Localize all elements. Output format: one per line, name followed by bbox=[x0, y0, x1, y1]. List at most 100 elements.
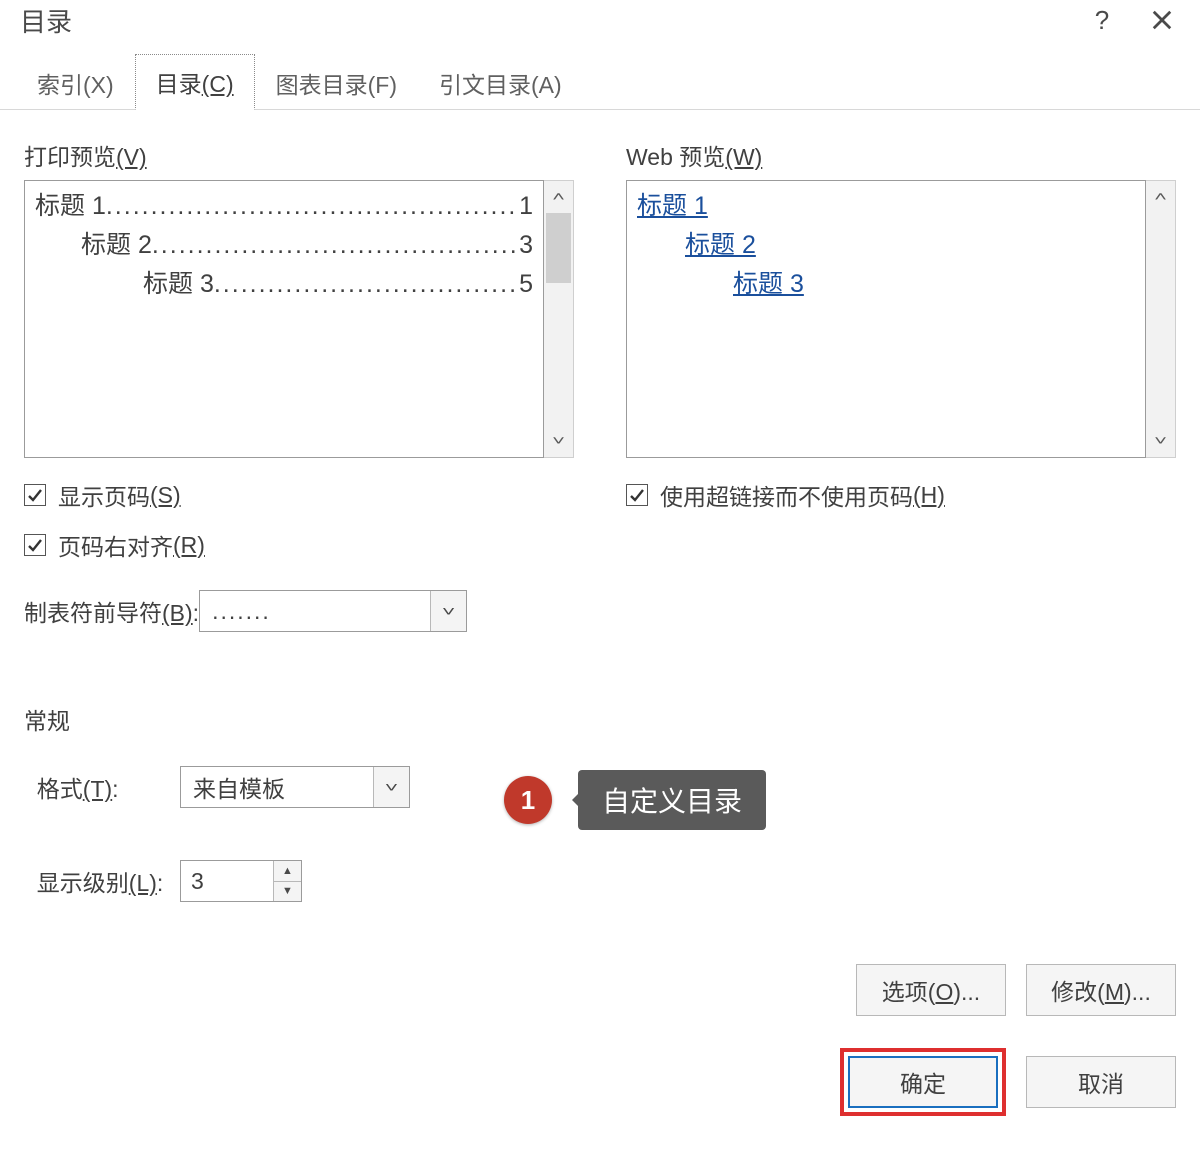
print-preview-box: 标题 1 ...................................… bbox=[24, 180, 544, 458]
toc-line: 标题 3 ...................................… bbox=[35, 265, 533, 304]
titlebar: 目录 ? bbox=[0, 0, 1200, 60]
annotation-callout: 1 自定义目录 bbox=[504, 770, 766, 830]
scroll-up-icon[interactable]: ˄ bbox=[1146, 181, 1175, 213]
tab-accel: (F) bbox=[368, 72, 397, 98]
print-preview-wrap: 标题 1 ...................................… bbox=[24, 180, 574, 458]
tab-leader-accel: (B) bbox=[162, 600, 193, 626]
tab-leader-row: 制表符前导符(B): ....... ˅ bbox=[24, 590, 574, 632]
modify-button[interactable]: 修改(M)... bbox=[1026, 964, 1176, 1016]
toc-line-page: 3 bbox=[517, 226, 533, 265]
scroll-down-icon[interactable]: ˅ bbox=[1146, 425, 1175, 457]
checkbox-accel: (R) bbox=[173, 532, 205, 559]
tab-leader-label-text: 制表符前导符 bbox=[24, 600, 162, 626]
checkbox-accel: (H) bbox=[913, 482, 945, 509]
scrollbar-track[interactable] bbox=[544, 213, 573, 425]
scrollbar[interactable]: ˄ ˅ bbox=[1146, 180, 1176, 458]
footer-row: 确定 取消 bbox=[0, 1048, 1200, 1116]
web-preview-label-text: Web 预览 bbox=[626, 144, 725, 170]
checkbox-show-page-numbers[interactable]: 显示页码(S) bbox=[24, 478, 574, 512]
levels-value[interactable]: 3 bbox=[181, 861, 273, 901]
spinner-buttons: ▲ ▼ bbox=[273, 861, 301, 901]
format-label-text: 格式 bbox=[37, 776, 83, 802]
print-preview-label: 打印预览(V) bbox=[24, 138, 574, 172]
chevron-down-icon[interactable]: ˅ bbox=[373, 767, 409, 807]
checkbox-right-align[interactable]: 页码右对齐(R) bbox=[24, 528, 574, 562]
toc-dots: ........................................… bbox=[106, 187, 517, 226]
toc-line: 标题 1 ...................................… bbox=[35, 187, 533, 226]
checkbox-icon bbox=[626, 484, 648, 506]
scrollbar-thumb[interactable] bbox=[546, 213, 571, 283]
annotation-text: 自定义目录 bbox=[578, 770, 766, 830]
button-label: 选项(O)... bbox=[882, 973, 980, 1007]
scrollbar[interactable]: ˄ ˅ bbox=[544, 180, 574, 458]
toc-dots: ........................................… bbox=[214, 265, 517, 304]
spinner-down-icon[interactable]: ▼ bbox=[274, 881, 301, 902]
ok-button[interactable]: 确定 bbox=[848, 1056, 998, 1108]
checkbox-label: 使用超链接而不使用页码 bbox=[660, 478, 913, 512]
scrollbar-track[interactable] bbox=[1146, 213, 1175, 425]
button-label: 修改(M)... bbox=[1051, 973, 1151, 1007]
options-row: 选项(O)... 修改(M)... bbox=[0, 964, 1200, 1016]
levels-row: 显示级别(L): 3 ▲ ▼ bbox=[24, 860, 1176, 902]
close-button[interactable] bbox=[1134, 0, 1190, 40]
tab-content: 打印预览(V) 标题 1 ...........................… bbox=[0, 110, 1200, 902]
cancel-button[interactable]: 取消 bbox=[1026, 1056, 1176, 1108]
levels-accel: (L) bbox=[129, 870, 157, 896]
close-icon bbox=[1151, 9, 1173, 31]
spinner-up-icon[interactable]: ▲ bbox=[274, 861, 301, 881]
format-value: 来自模板 bbox=[181, 767, 373, 807]
tab-label: 图表目录 bbox=[276, 72, 368, 98]
scroll-up-icon[interactable]: ˄ bbox=[544, 181, 573, 213]
tab-leader-value: ....... bbox=[200, 591, 430, 631]
checkbox-use-hyperlinks[interactable]: 使用超链接而不使用页码(H) bbox=[626, 478, 1176, 512]
checkbox-icon bbox=[24, 534, 46, 556]
web-preview-column: Web 预览(W) 标题 1 标题 2 标题 3 ˄ ˅ 使用超链接而不使用页码… bbox=[626, 138, 1176, 632]
tab-label: 引文目录 bbox=[439, 72, 531, 98]
print-preview-accel: (V) bbox=[116, 144, 147, 170]
button-label: 确定 bbox=[900, 1065, 946, 1099]
format-combobox[interactable]: 来自模板 ˅ bbox=[180, 766, 410, 808]
tab-toc[interactable]: 目录(C) bbox=[135, 54, 255, 110]
help-icon: ? bbox=[1095, 5, 1109, 36]
annotation-badge: 1 bbox=[504, 776, 552, 824]
tab-authorities[interactable]: 引文目录(A) bbox=[418, 55, 583, 110]
levels-label: 显示级别(L): bbox=[24, 864, 180, 898]
button-label: 取消 bbox=[1078, 1065, 1124, 1099]
levels-spinner[interactable]: 3 ▲ ▼ bbox=[180, 860, 302, 902]
web-preview-accel: (W) bbox=[725, 144, 762, 170]
tab-label: 索引 bbox=[37, 72, 83, 98]
levels-label-text: 显示级别 bbox=[37, 870, 129, 896]
scroll-down-icon[interactable]: ˅ bbox=[544, 425, 573, 457]
format-accel: (T) bbox=[83, 776, 112, 802]
web-preview-box: 标题 1 标题 2 标题 3 bbox=[626, 180, 1146, 458]
ok-highlight: 确定 bbox=[840, 1048, 1006, 1116]
previews-row: 打印预览(V) 标题 1 ...........................… bbox=[24, 138, 1176, 632]
checkbox-accel: (S) bbox=[150, 482, 181, 509]
general-format-row: 格式(T): 来自模板 ˅ 1 自定义目录 bbox=[24, 766, 1176, 834]
checkbox-label: 页码右对齐 bbox=[58, 528, 173, 562]
chevron-down-icon[interactable]: ˅ bbox=[430, 591, 466, 631]
web-link[interactable]: 标题 2 bbox=[685, 231, 756, 259]
web-link[interactable]: 标题 3 bbox=[733, 270, 804, 298]
tab-leader-combobox[interactable]: ....... ˅ bbox=[199, 590, 467, 632]
tabstrip: 索引(X) 目录(C) 图表目录(F) 引文目录(A) bbox=[0, 60, 1200, 110]
general-section: 常规 格式(T): 来自模板 ˅ 1 自定义目录 显示级别(L): bbox=[24, 702, 1176, 902]
tab-figures[interactable]: 图表目录(F) bbox=[255, 55, 418, 110]
toc-line-page: 5 bbox=[517, 265, 533, 304]
tab-accel: (X) bbox=[83, 72, 114, 98]
format-label: 格式(T): bbox=[24, 770, 180, 804]
tab-index[interactable]: 索引(X) bbox=[16, 55, 135, 110]
print-preview-column: 打印预览(V) 标题 1 ...........................… bbox=[24, 138, 574, 632]
toc-line: 标题 2 ...................................… bbox=[35, 226, 533, 265]
tab-label: 目录 bbox=[156, 71, 202, 97]
checkbox-label: 显示页码 bbox=[58, 478, 150, 512]
web-preview-wrap: 标题 1 标题 2 标题 3 ˄ ˅ bbox=[626, 180, 1176, 458]
options-button[interactable]: 选项(O)... bbox=[856, 964, 1006, 1016]
toc-line-title: 标题 3 bbox=[143, 265, 214, 304]
tab-accel: (A) bbox=[531, 72, 562, 98]
toc-line-title: 标题 1 bbox=[35, 187, 106, 226]
toc-line-title: 标题 2 bbox=[81, 226, 152, 265]
web-preview-label: Web 预览(W) bbox=[626, 138, 1176, 172]
web-link[interactable]: 标题 1 bbox=[637, 192, 708, 220]
help-button[interactable]: ? bbox=[1074, 0, 1130, 40]
